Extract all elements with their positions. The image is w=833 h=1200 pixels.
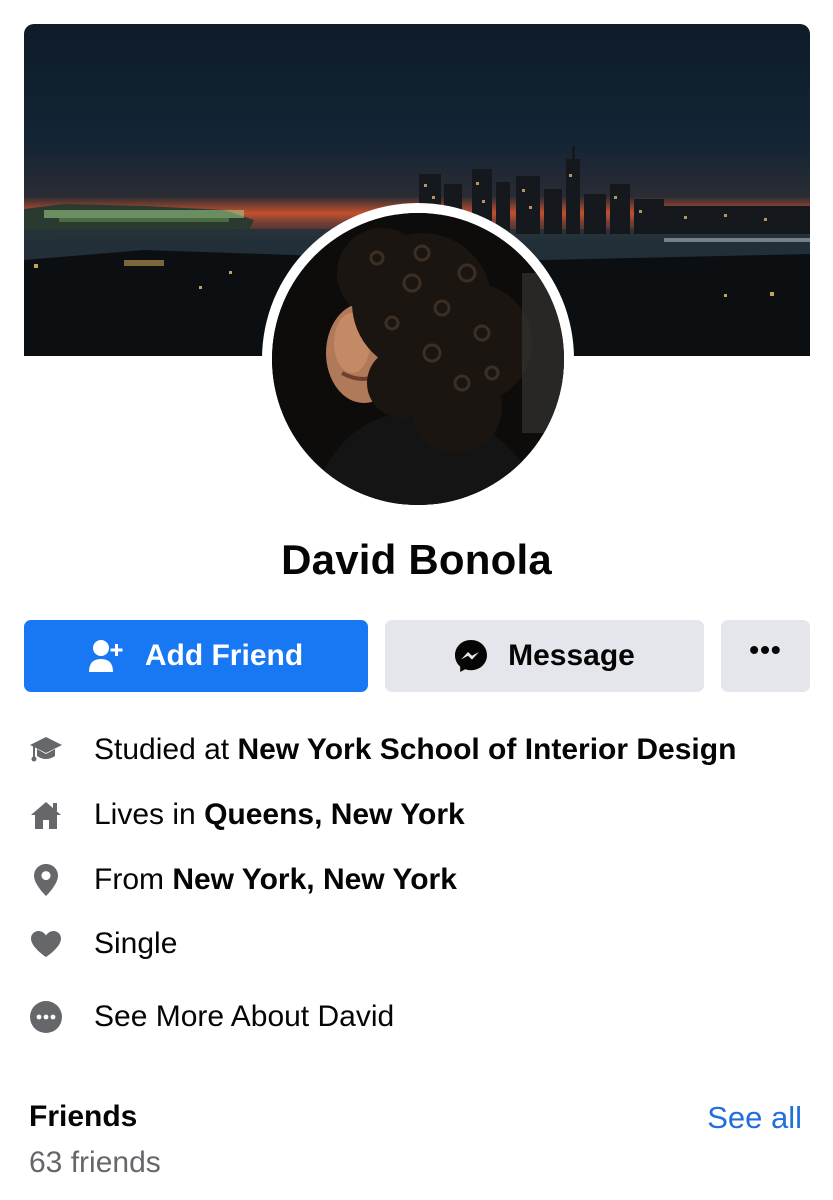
more-options-button[interactable]: ••• (721, 620, 810, 692)
about-relationship: Single (28, 914, 177, 974)
see-all-friends-link[interactable]: See all (707, 1100, 802, 1136)
avatar[interactable] (272, 213, 564, 505)
about-education: Studied at New York School of Interior D… (28, 720, 736, 780)
add-friend-label: Add Friend (144, 639, 304, 672)
friends-section-title: Friends (29, 1100, 138, 1133)
graduation-cap-icon (28, 732, 64, 768)
profile-name: David Bonola (281, 536, 552, 583)
avatar-image (272, 213, 564, 505)
about-from: From New York, New York (28, 850, 457, 910)
from-prefix: From (94, 863, 173, 896)
more-options-label: ••• (749, 634, 782, 665)
message-button[interactable]: Message (385, 620, 704, 692)
location-pin-icon (28, 862, 64, 898)
see-more-about[interactable]: See More About David (28, 987, 394, 1047)
from-value[interactable]: New York, New York (172, 863, 457, 897)
education-value[interactable]: New York School of Interior Design (237, 733, 736, 767)
relationship-status: Single (94, 927, 178, 960)
lives-value[interactable]: Queens, New York (204, 798, 465, 832)
add-person-icon (88, 639, 125, 673)
message-label: Message (508, 639, 635, 672)
more-dots-icon (28, 999, 64, 1035)
lives-prefix: Lives in (94, 798, 205, 831)
home-icon (28, 797, 64, 833)
messenger-icon (454, 639, 488, 673)
see-more-label: See More About David (94, 1000, 395, 1033)
heart-icon (28, 926, 64, 962)
friends-count: 63 friends (29, 1146, 161, 1179)
add-friend-button[interactable]: Add Friend (24, 620, 368, 692)
education-prefix: Studied at (94, 733, 238, 766)
about-lives: Lives in Queens, New York (28, 785, 465, 845)
